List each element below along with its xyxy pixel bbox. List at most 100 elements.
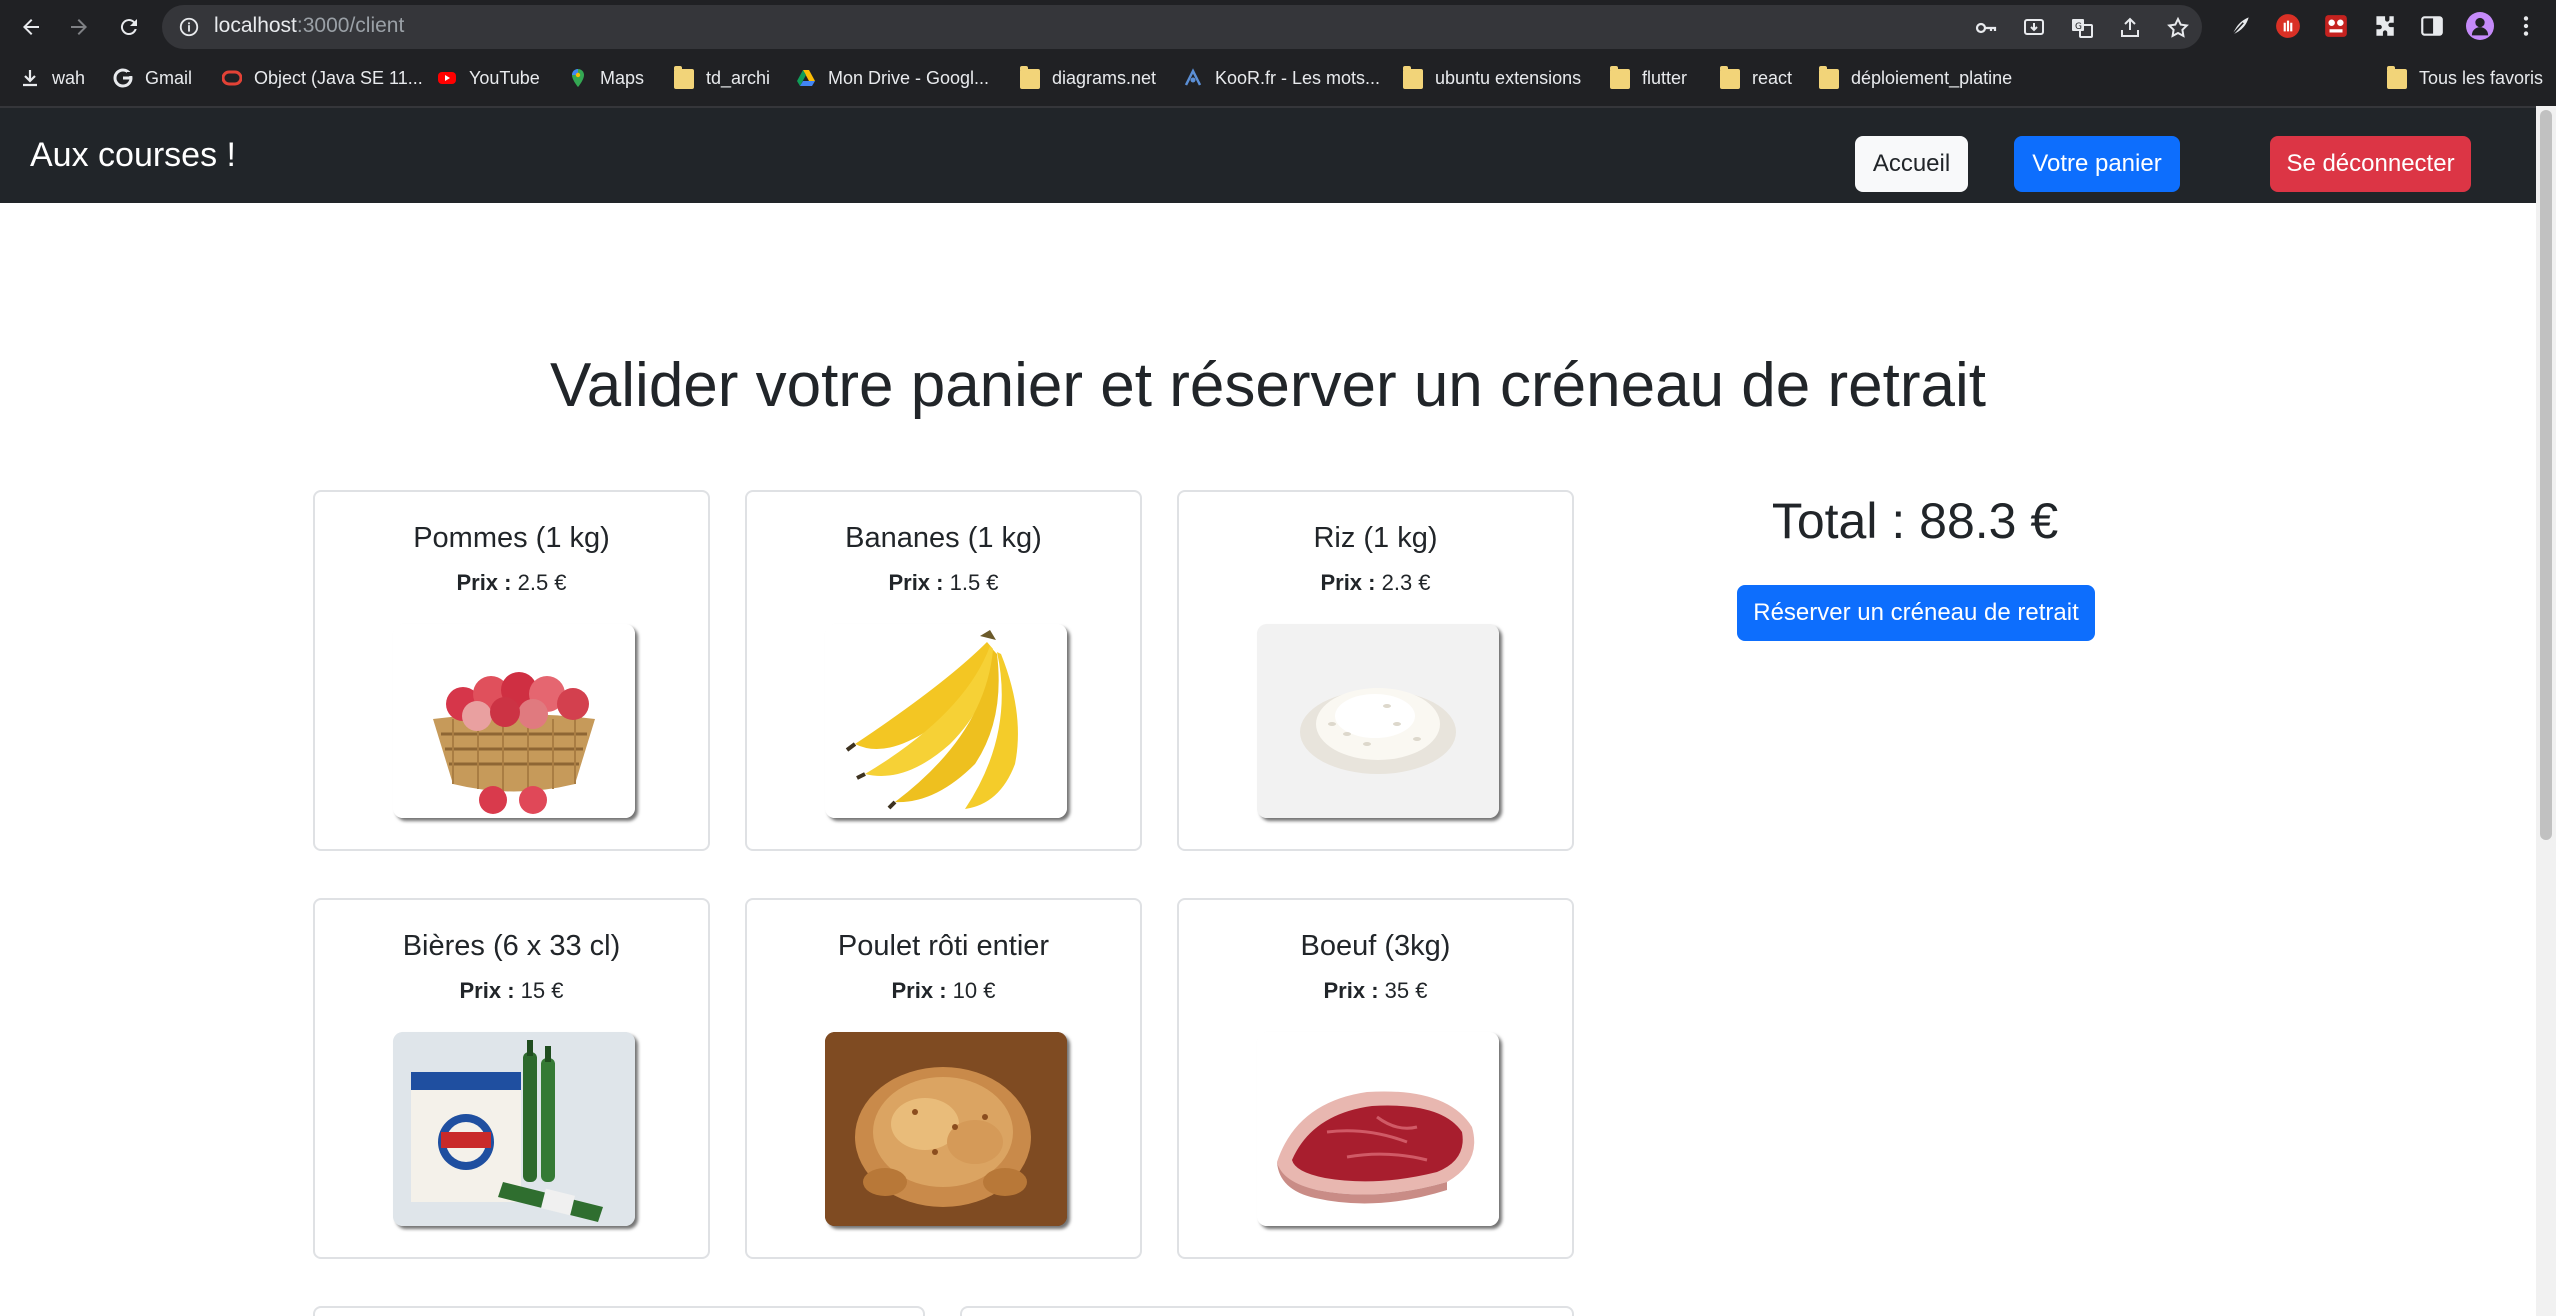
product-image-beer	[393, 1032, 635, 1226]
product-name: Pommes (1 kg)	[413, 522, 610, 554]
product-name: Boeuf (3kg)	[1300, 930, 1451, 962]
bookmark-mon-drive[interactable]: Mon Drive - Googl...	[796, 65, 989, 91]
folder-icon	[1403, 66, 1423, 89]
bookmark-gmail[interactable]: Gmail	[113, 65, 192, 91]
price-label: Prix :	[891, 978, 947, 1003]
bookmark-label: Object (Java SE 11...	[254, 67, 423, 88]
bookmark-youtube[interactable]: YouTube	[437, 65, 540, 91]
bananas-image	[825, 624, 1067, 818]
url-host: localhost	[214, 14, 297, 37]
arrow-left-icon	[23, 19, 39, 35]
scrollbar-thumb[interactable]	[2540, 110, 2552, 840]
bookmark-label: wah	[52, 67, 86, 88]
bookmark-diagrams[interactable]: diagrams.net	[1020, 65, 1156, 91]
extensions-puzzle-icon[interactable]	[2370, 12, 2398, 40]
price-value: 2.3 €	[1381, 570, 1431, 595]
folder-icon	[1610, 66, 1630, 89]
product-price: Prix : 15 €	[315, 978, 708, 1004]
product-image-rice	[1257, 624, 1499, 818]
install-app-icon[interactable]	[2022, 16, 2046, 40]
cart-button[interactable]: Votre panier	[2014, 136, 2180, 192]
bookmark-label: YouTube	[469, 67, 540, 88]
price-label: Prix :	[456, 570, 512, 595]
product-image-beef	[1257, 1032, 1499, 1226]
reserve-slot-button[interactable]: Réserver un créneau de retrait	[1737, 585, 2095, 641]
youtube-icon	[438, 72, 456, 84]
folder-icon	[1720, 66, 1740, 89]
bookmark-label: td_archi	[706, 67, 771, 88]
price-label: Prix :	[888, 570, 944, 595]
google-icon	[113, 68, 133, 88]
bookmark-deploiement-platine[interactable]: déploiement_platine	[1819, 65, 2012, 91]
svg-text:G: G	[2075, 22, 2082, 32]
key-icon[interactable]	[1974, 16, 1998, 40]
cart-total: Total : 88.3 €	[1771, 493, 2059, 549]
download-icon	[23, 70, 37, 87]
extension-hand-icon[interactable]	[2274, 12, 2302, 40]
product-image-bananas	[825, 624, 1067, 818]
bookmark-label: Mon Drive - Googl...	[828, 67, 990, 88]
bookmark-label: déploiement_platine	[1851, 67, 2013, 88]
logout-button[interactable]: Se déconnecter	[2270, 136, 2471, 192]
bookmark-react[interactable]: react	[1720, 65, 1792, 91]
beef-steak-image	[1257, 1032, 1499, 1226]
bookmark-label: flutter	[1642, 67, 1688, 88]
product-price: Prix : 35 €	[1179, 978, 1572, 1004]
price-value: 15 €	[520, 978, 564, 1003]
star-bookmark-icon[interactable]	[2166, 16, 2190, 40]
price-label: Prix :	[1323, 978, 1379, 1003]
all-bookmarks-label: Tous les favoris	[2419, 67, 2544, 88]
bookmark-flutter[interactable]: flutter	[1610, 65, 1687, 91]
browser-menu-icon[interactable]	[2512, 12, 2540, 40]
maps-pin-icon	[572, 69, 584, 87]
product-card-partial	[960, 1306, 1574, 1316]
product-price: Prix : 2.3 €	[1179, 570, 1572, 596]
profile-avatar[interactable]	[2466, 12, 2494, 40]
price-value: 10 €	[952, 978, 996, 1003]
folder-icon	[674, 66, 694, 89]
product-name: Poulet rôti entier	[837, 930, 1050, 962]
page-scrollbar[interactable]	[2536, 106, 2556, 1316]
product-image-chicken	[825, 1032, 1067, 1226]
bookmark-label: Maps	[600, 67, 645, 88]
price-value: 2.5 €	[517, 570, 567, 595]
bookmark-label: diagrams.net	[1052, 67, 1157, 88]
product-price: Prix : 2.5 €	[315, 570, 708, 596]
product-card: Riz (1 kg) Prix : 2.3 €	[1177, 490, 1574, 851]
page-title: Valider votre panier et réserver un crén…	[550, 351, 1986, 420]
all-bookmarks[interactable]: Tous les favoris	[2387, 65, 2543, 91]
site-info-icon[interactable]	[178, 16, 200, 38]
product-card: Poulet rôti entier Prix : 10 €	[745, 898, 1142, 1259]
bookmark-td-archi[interactable]: td_archi	[674, 65, 770, 91]
bookmark-wah[interactable]: wah	[20, 65, 85, 91]
product-price: Prix : 1.5 €	[747, 570, 1140, 596]
browser-chrome: localhost:3000/client G wah Gmail Object…	[0, 0, 2556, 106]
brand-title[interactable]: Aux courses !	[30, 136, 236, 175]
product-name: Riz (1 kg)	[1313, 522, 1438, 554]
bookmark-label: react	[1752, 67, 1793, 88]
browser-toolbar: localhost:3000/client G	[0, 0, 2556, 54]
product-card-partial	[313, 1306, 925, 1316]
bookmark-maps[interactable]: Maps	[568, 65, 644, 91]
product-card: Pommes (1 kg) Prix : 2.5 €	[313, 490, 710, 851]
bookmark-label: Gmail	[145, 67, 193, 88]
share-icon[interactable]	[2118, 16, 2142, 40]
bookmark-ubuntu-extensions[interactable]: ubuntu extensions	[1403, 65, 1581, 91]
reload-button[interactable]	[112, 10, 146, 44]
address-bar[interactable]: localhost:3000/client G	[162, 5, 2202, 49]
folder-icon	[2387, 66, 2407, 89]
product-card: Boeuf (3kg) Prix : 35 €	[1177, 898, 1574, 1259]
bookmark-koor[interactable]: KooR.fr - Les mots...	[1183, 65, 1380, 91]
translate-icon[interactable]: G	[2070, 16, 2094, 40]
bookmark-object-java[interactable]: Object (Java SE 11...	[222, 65, 423, 91]
back-button[interactable]	[14, 10, 48, 44]
home-button[interactable]: Accueil	[1855, 136, 1968, 192]
price-label: Prix :	[1320, 570, 1376, 595]
forward-button[interactable]	[62, 10, 96, 44]
oracle-icon	[222, 70, 242, 86]
price-label: Prix :	[459, 978, 515, 1003]
side-panel-icon[interactable]	[2418, 12, 2446, 40]
product-name: Bières (6 x 33 cl)	[402, 930, 621, 962]
extension-feather-icon[interactable]	[2226, 12, 2254, 40]
extension-badge-icon[interactable]	[2322, 12, 2350, 40]
